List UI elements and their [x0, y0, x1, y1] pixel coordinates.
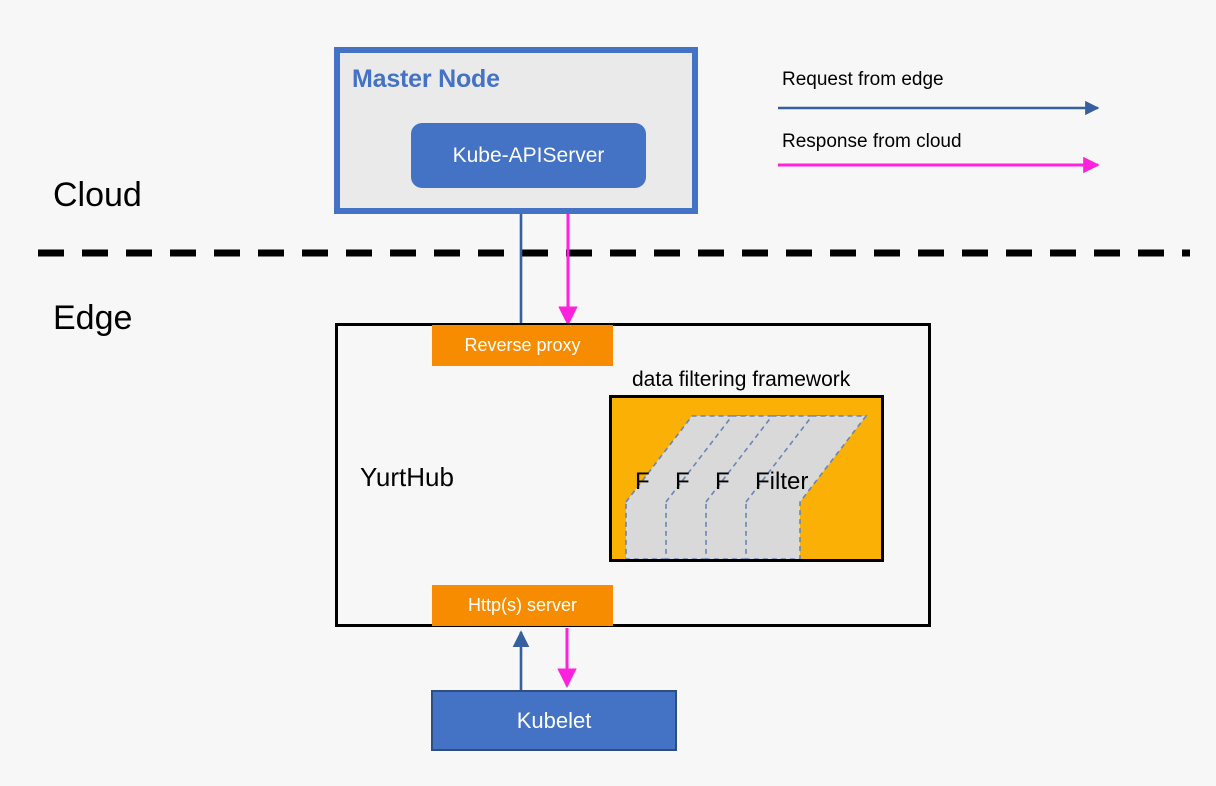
filter-panel-label-4: Filter: [755, 468, 809, 495]
filter-panel-stack: [625, 415, 868, 559]
zone-label-edge: Edge: [53, 299, 133, 337]
master-node-title: Master Node: [352, 65, 500, 93]
framework-title: data filtering framework: [632, 368, 851, 391]
filter-panel-label-2: F: [675, 468, 690, 495]
https-server-node[interactable]: Http(s) server: [432, 585, 613, 626]
legend-item-response-label: Response from cloud: [782, 131, 962, 152]
filter-panel-label-3: F: [715, 468, 730, 495]
filter-panel-label-1: F: [635, 468, 650, 495]
diagram-canvas: Cloud Edge Master Node Kube-APIServer Yu…: [0, 0, 1216, 786]
legend-item-request-label: Request from edge: [782, 69, 944, 90]
yurthub-label: YurtHub: [360, 462, 454, 492]
kubelet-node[interactable]: Kubelet: [431, 690, 677, 751]
kube-apiserver-node[interactable]: Kube-APIServer: [411, 123, 646, 188]
reverse-proxy-node[interactable]: Reverse proxy: [432, 325, 613, 366]
master-node-container: Master Node Kube-APIServer: [334, 47, 698, 214]
filter-framework-container: F F F Filter: [609, 395, 884, 562]
zone-label-cloud: Cloud: [53, 176, 142, 214]
